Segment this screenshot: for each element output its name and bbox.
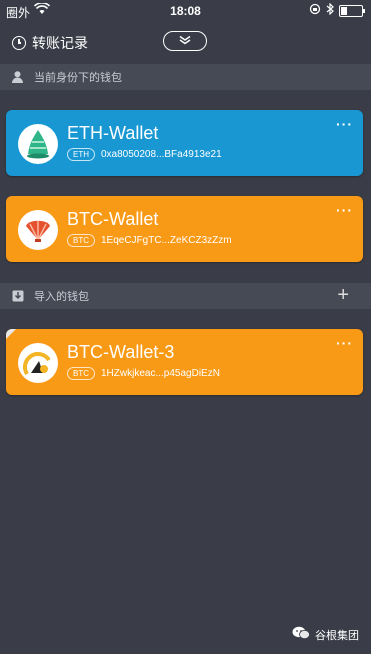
wallet-coin-tag: ETH [67,148,95,161]
wallet-address: 1EqeCJFgTC...ZeKCZ3zZzm [101,235,232,246]
wallet-coin-tag: BTC [67,234,95,247]
more-options-icon[interactable]: ··· [336,116,353,132]
person-icon [12,71,30,83]
wallet-name: BTC-Wallet [67,209,159,229]
wechat-icon [292,626,310,643]
add-wallet-icon[interactable]: + [337,285,349,305]
wallet-address: 0xa8050208...BFa4913e21 [101,149,222,160]
btc-wallet-3-logo [18,343,58,383]
rotation-lock-icon [309,3,321,18]
wallet-card-eth[interactable]: ETH-Wallet ETH 0xa8050208...BFa4913e21 ·… [6,110,363,176]
current-wallets-label: 当前身份下的钱包 [34,72,122,84]
imported-corner-mark [6,329,16,339]
wallet-name: ETH-Wallet [67,123,159,143]
wallet-card-btc[interactable]: BTC-Wallet BTC 1EqeCJFgTC...ZeKCZ3zZzm ·… [6,196,363,262]
collapse-button[interactable] [163,31,207,51]
double-chevron-down-icon [178,32,192,50]
more-options-icon[interactable]: ··· [336,202,353,218]
eth-wallet-logo [18,124,58,164]
wallet-meta: BTC 1HZwkjkeac...p45agDiEzN [67,367,220,380]
wallet-name: BTC-Wallet-3 [67,342,175,362]
wallet-coin-tag: BTC [67,367,95,380]
clock-icon [12,36,26,50]
btc-wallet-logo [18,210,58,250]
bluetooth-icon [326,2,334,18]
status-indicators [309,2,365,18]
watermark: 谷根集团 [292,626,359,643]
current-wallets-header: 当前身份下的钱包 [0,64,371,90]
import-icon [12,290,30,302]
wallet-meta: ETH 0xa8050208...BFa4913e21 [67,148,222,161]
wallet-address: 1HZwkjkeac...p45agDiEzN [101,368,220,379]
more-options-icon[interactable]: ··· [336,335,353,351]
transfer-history-label: 转账记录 [32,35,88,51]
imported-wallets-header: 导入的钱包 + [0,283,371,309]
status-bar: 圈外 18:08 [0,0,371,22]
battery-icon [339,4,365,17]
transfer-history-button[interactable]: 转账记录 [12,33,88,53]
wallet-card-btc-imported[interactable]: BTC-Wallet-3 BTC 1HZwkjkeac...p45agDiEzN… [6,329,363,395]
watermark-text: 谷根集团 [315,629,359,642]
nav-bar: 转账记录 [0,25,371,61]
imported-wallets-label: 导入的钱包 [34,291,89,303]
wallet-meta: BTC 1EqeCJFgTC...ZeKCZ3zZzm [67,234,232,247]
